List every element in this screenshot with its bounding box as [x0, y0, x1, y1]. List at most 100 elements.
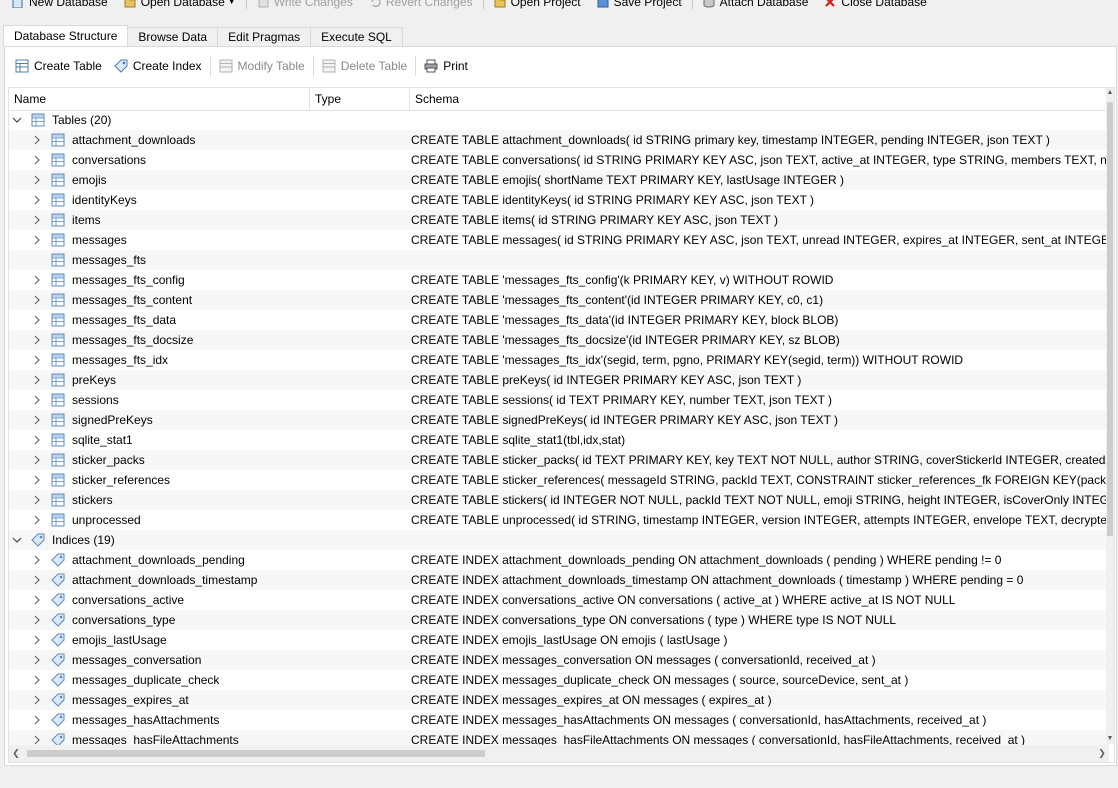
expand-chevron-icon[interactable]: [31, 550, 43, 570]
column-header-name[interactable]: Name: [9, 88, 310, 110]
tree-row-table[interactable]: sqlite_stat1 CREATE TABLE sqlite_stat1(tb…: [9, 430, 1109, 450]
expand-chevron-icon[interactable]: [31, 470, 43, 490]
scroll-down-icon[interactable]: ▼: [1106, 734, 1114, 744]
tree-row-index[interactable]: attachment_downloads_pending CREATE INDEX…: [9, 550, 1109, 570]
delete-table-button[interactable]: Delete Table: [316, 55, 414, 77]
expand-chevron-icon[interactable]: [31, 590, 43, 610]
expand-chevron-icon[interactable]: [31, 710, 43, 730]
dropdown-arrow-icon[interactable]: ▼: [228, 0, 236, 6]
expand-chevron-icon[interactable]: [31, 490, 43, 510]
scroll-left-icon[interactable]: ❮: [9, 745, 23, 762]
tree-row-table[interactable]: messages_fts_config CREATE TABLE 'message…: [9, 270, 1109, 290]
expand-chevron-icon[interactable]: [31, 670, 43, 690]
table-icon: [51, 493, 65, 507]
expand-chevron-icon[interactable]: [31, 310, 43, 330]
write-changes-button[interactable]: Write Changes: [253, 0, 357, 10]
expand-chevron-icon[interactable]: [31, 450, 43, 470]
tree-row-table[interactable]: stickers CREATE TABLE stickers( id INTEGE…: [9, 490, 1114, 510]
tree-row-table[interactable]: emojis CREATE TABLE emojis( shortName TEX…: [9, 170, 1109, 190]
column-header-schema[interactable]: Schema: [410, 88, 1109, 110]
tree-row-table[interactable]: messages_fts_docsize CREATE TABLE 'messag…: [9, 330, 1109, 350]
tree-row-table[interactable]: unprocessed CREATE TABLE unprocessed( id …: [9, 510, 1114, 530]
tree-row-index[interactable]: messages_hasAttachments CREATE INDEX mess…: [9, 710, 1109, 730]
tree-row-table[interactable]: messages_fts: [9, 250, 1109, 270]
tree-group-tables[interactable]: Tables (20): [9, 110, 1109, 130]
tree-row-index[interactable]: conversations_active CREATE INDEX convers…: [9, 590, 1109, 610]
attach-database-button[interactable]: Attach Database: [699, 0, 813, 10]
expand-chevron-icon[interactable]: [31, 230, 43, 250]
expand-chevron-icon[interactable]: [31, 370, 43, 390]
column-header-type[interactable]: Type: [310, 88, 410, 110]
scroll-right-icon[interactable]: ❯: [1095, 745, 1109, 762]
vertical-scrollbar[interactable]: ▲ ▼: [1106, 88, 1114, 744]
expand-chevron-icon[interactable]: [31, 270, 43, 290]
tree-row-table[interactable]: sticker_packs CREATE TABLE sticker_packs(…: [9, 450, 1114, 470]
scroll-up-icon[interactable]: ▲: [1106, 88, 1114, 98]
expand-chevron-icon[interactable]: [31, 430, 43, 450]
tree-row-table[interactable]: messages CREATE TABLE messages( id STRING…: [9, 230, 1114, 250]
tree-row-index[interactable]: messages_conversation CREATE INDEX messag…: [9, 650, 1109, 670]
create-table-button[interactable]: Create Table: [9, 55, 108, 77]
schema-cell: CREATE INDEX emojis_lastUsage ON emojis …: [411, 633, 728, 647]
revert-changes-button[interactable]: Revert Changes: [365, 0, 477, 10]
collapse-chevron-icon[interactable]: [11, 530, 23, 550]
table-icon: [51, 373, 65, 387]
open-database-label: Open Database: [140, 0, 225, 9]
expand-chevron-icon[interactable]: [31, 290, 43, 310]
open-project-label: Open Project: [510, 0, 581, 9]
tree-row-table[interactable]: messages_fts_content CREATE TABLE 'messag…: [9, 290, 1109, 310]
horizontal-scrollbar[interactable]: ❮ ❯: [9, 745, 1109, 762]
tree-row-table[interactable]: preKeys CREATE TABLE preKeys( id INTEGER …: [9, 370, 1109, 390]
tree-row-index[interactable]: messages_expires_at CREATE INDEX messages…: [9, 690, 1109, 710]
expand-chevron-icon[interactable]: [31, 330, 43, 350]
tree-row-table[interactable]: messages_fts_idx CREATE TABLE 'messages_f…: [9, 350, 1109, 370]
tree-row-table[interactable]: identityKeys CREATE TABLE identityKeys( i…: [9, 190, 1109, 210]
create-index-button[interactable]: Create Index: [108, 55, 208, 77]
tree-row-table[interactable]: signedPreKeys CREATE TABLE signedPreKeys(…: [9, 410, 1109, 430]
tab-execute-sql[interactable]: Execute SQL: [310, 27, 403, 46]
expand-chevron-icon[interactable]: [31, 410, 43, 430]
tree-row-index[interactable]: attachment_downloads_timestamp CREATE IND…: [9, 570, 1109, 590]
modify-table-button[interactable]: Modify Table: [213, 55, 311, 77]
expand-chevron-icon[interactable]: [31, 350, 43, 370]
tab-browse-data[interactable]: Browse Data: [127, 27, 219, 46]
open-database-button[interactable]: Open Database ▼: [120, 0, 240, 10]
horizontal-scroll-thumb[interactable]: [27, 750, 485, 757]
print-button[interactable]: Print: [418, 55, 474, 77]
tree-row-index[interactable]: emojis_lastUsage CREATE INDEX emojis_last…: [9, 630, 1109, 650]
index-icon: [51, 593, 65, 607]
save-project-button[interactable]: Save Project: [593, 0, 686, 10]
tree-row-table[interactable]: conversations CREATE TABLE conversations(…: [9, 150, 1114, 170]
expand-chevron-icon[interactable]: [31, 390, 43, 410]
expand-chevron-icon[interactable]: [31, 630, 43, 650]
expand-chevron-icon[interactable]: [31, 210, 43, 230]
expand-chevron-icon[interactable]: [31, 690, 43, 710]
collapse-chevron-icon[interactable]: [11, 110, 23, 130]
expand-chevron-icon[interactable]: [31, 130, 43, 150]
expand-chevron-icon[interactable]: [31, 510, 43, 530]
expand-chevron-icon[interactable]: [31, 150, 43, 170]
tree-row-table[interactable]: sessions CREATE TABLE sessions( id TEXT P…: [9, 390, 1109, 410]
tree-row-table[interactable]: sticker_references CREATE TABLE sticker_r…: [9, 470, 1114, 490]
tree-row-index[interactable]: conversations_type CREATE INDEX conversat…: [9, 610, 1109, 630]
schema-tree-view[interactable]: Name Type Schema Tables (20) attachment_d…: [8, 87, 1115, 763]
close-database-button[interactable]: Close Database: [820, 0, 930, 10]
tree-group-indices[interactable]: Indices (19): [9, 530, 1109, 550]
tree-row-table[interactable]: items CREATE TABLE items( id STRING PRIMA…: [9, 210, 1109, 230]
vertical-scroll-thumb[interactable]: [1107, 102, 1113, 536]
tree-row-table[interactable]: messages_fts_data CREATE TABLE 'messages_…: [9, 310, 1109, 330]
expand-chevron-icon[interactable]: [31, 570, 43, 590]
tree-row-index[interactable]: messages_duplicate_check CREATE INDEX mes…: [9, 670, 1109, 690]
expand-chevron-icon[interactable]: [31, 170, 43, 190]
tab-edit-pragmas[interactable]: Edit Pragmas: [217, 27, 312, 46]
main-toolbar: New Database Open Database ▼ Write Chang…: [0, 0, 1118, 10]
index-icon: [51, 673, 65, 687]
expand-chevron-icon[interactable]: [31, 190, 43, 210]
printer-icon: [424, 59, 438, 73]
expand-chevron-icon[interactable]: [31, 650, 43, 670]
tab-database-structure[interactable]: Database Structure: [3, 25, 129, 46]
expand-chevron-icon[interactable]: [31, 610, 43, 630]
open-project-button[interactable]: Open Project: [490, 0, 585, 10]
tree-row-table[interactable]: attachment_downloads CREATE TABLE attachm…: [9, 130, 1109, 150]
new-database-button[interactable]: New Database: [0, 0, 112, 10]
